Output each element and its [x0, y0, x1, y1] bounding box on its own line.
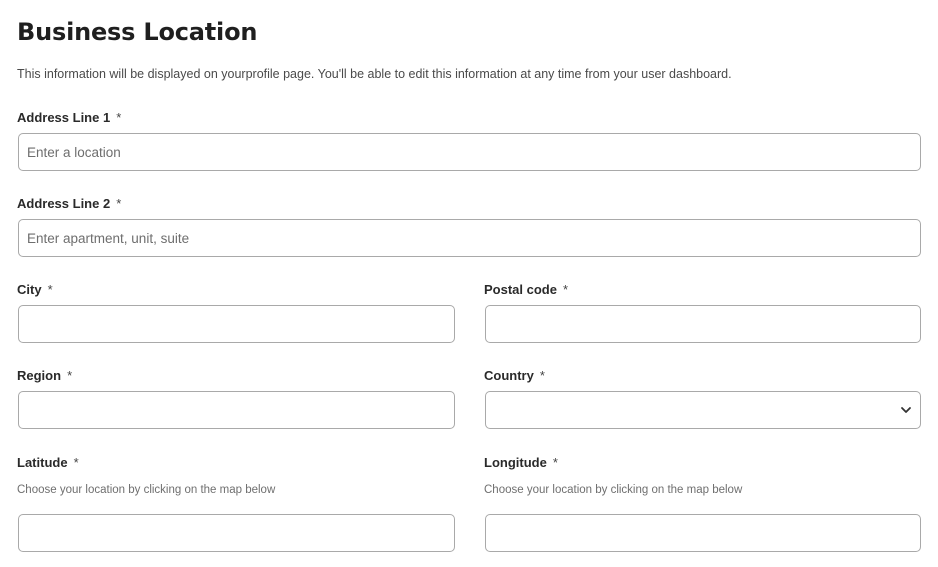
required-marker: *: [73, 455, 79, 470]
postal-code-label: Postal code *: [484, 282, 568, 297]
address-line-1-label-text: Address Line 1: [17, 110, 111, 125]
latitude-input[interactable]: [18, 514, 455, 552]
latitude-label: Latitude *: [17, 455, 79, 470]
required-marker: *: [562, 282, 569, 297]
address-line-2-label: Address Line 2 *: [17, 196, 121, 211]
required-marker: *: [539, 368, 545, 383]
address-line-2-input[interactable]: [18, 219, 921, 257]
region-label: Region *: [17, 368, 72, 383]
chevron-down-icon[interactable]: [899, 403, 913, 417]
city-label: City *: [17, 282, 53, 297]
city-label-text: City: [17, 282, 42, 297]
required-marker: *: [552, 455, 558, 470]
longitude-hint: Choose your location by clicking on the …: [484, 484, 743, 496]
country-select[interactable]: [485, 391, 921, 429]
required-marker: *: [47, 282, 53, 297]
page-description: This information will be displayed on yo…: [17, 67, 732, 81]
address-line-2-label-text: Address Line 2: [17, 196, 111, 211]
latitude-hint: Choose your location by clicking on the …: [17, 484, 276, 496]
longitude-label-text: Longitude: [484, 455, 547, 470]
required-marker: *: [116, 196, 122, 211]
country-label-text: Country: [484, 368, 534, 383]
longitude-label: Longitude *: [484, 455, 558, 470]
city-input[interactable]: [18, 305, 455, 343]
required-marker: *: [67, 368, 73, 383]
postal-code-label-text: Postal code: [484, 282, 557, 297]
region-input[interactable]: [18, 391, 455, 429]
postal-code-input[interactable]: [485, 305, 921, 343]
latitude-label-text: Latitude: [17, 455, 68, 470]
address-line-1-input[interactable]: [18, 133, 921, 171]
address-line-1-label: Address Line 1 *: [17, 110, 121, 125]
region-label-text: Region: [17, 368, 62, 383]
longitude-input[interactable]: [485, 514, 921, 552]
country-label: Country *: [484, 368, 545, 383]
page-title: Business Location: [17, 18, 258, 46]
required-marker: *: [116, 110, 122, 125]
